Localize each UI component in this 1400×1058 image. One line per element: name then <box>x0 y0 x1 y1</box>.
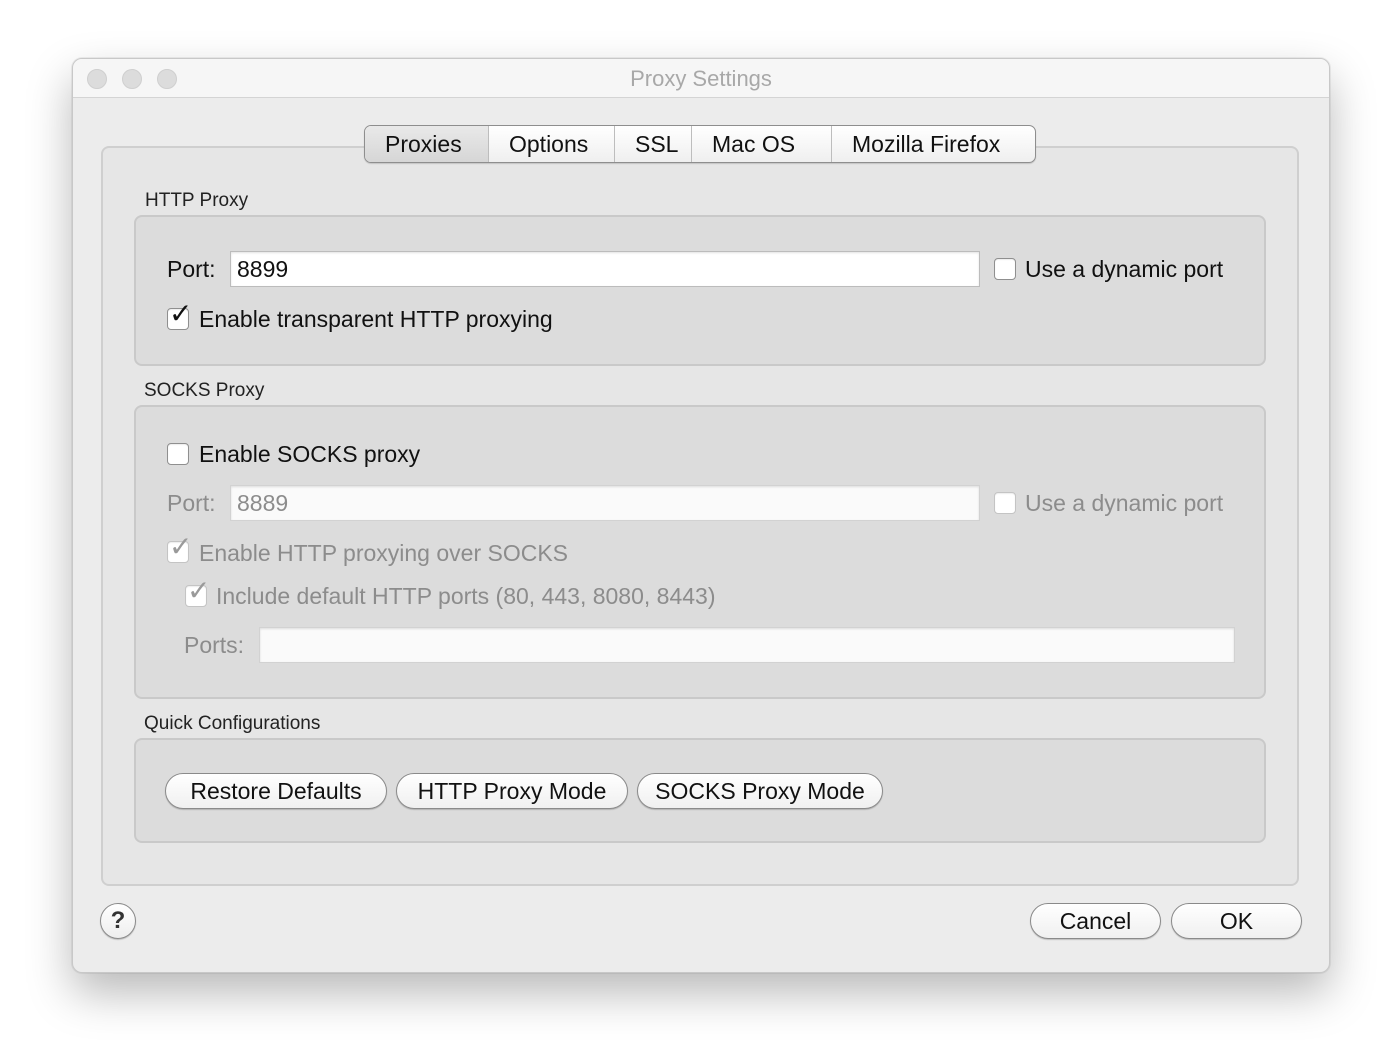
checkmark-icon: ✓ <box>187 574 211 607</box>
default-ports-label: Include default HTTP ports (80, 443, 808… <box>216 583 716 609</box>
restore-defaults-button[interactable]: Restore Defaults <box>165 773 387 809</box>
tab-ssl[interactable]: SSL <box>614 126 691 162</box>
ports-label: Ports: <box>184 632 245 658</box>
http-over-socks-checkbox[interactable]: ✓ <box>167 533 192 563</box>
socks-port-input[interactable]: 8889 <box>230 485 980 521</box>
http-port-label: Port: <box>167 256 216 282</box>
socks-proxy-section-label: SOCKS Proxy <box>144 380 265 401</box>
title-bar: Proxy Settings <box>73 59 1329 98</box>
http-proxy-mode-button[interactable]: HTTP Proxy Mode <box>396 773 628 809</box>
socks-proxy-mode-button[interactable]: SOCKS Proxy Mode <box>637 773 883 809</box>
help-button[interactable]: ? <box>100 903 136 939</box>
tab-proxies[interactable]: Proxies <box>365 126 488 162</box>
quick-config-section-label: Quick Configurations <box>144 713 321 734</box>
checkmark-icon: ✓ <box>169 530 193 563</box>
socks-dynamic-port-label: Use a dynamic port <box>1025 490 1224 516</box>
socks-dynamic-port-checkbox[interactable] <box>994 492 1016 514</box>
ports-input[interactable] <box>259 627 1235 663</box>
http-dynamic-port-label: Use a dynamic port <box>1025 256 1224 282</box>
ok-button[interactable]: OK <box>1171 903 1302 939</box>
cancel-button[interactable]: Cancel <box>1030 903 1161 939</box>
enable-socks-label: Enable SOCKS proxy <box>199 441 421 467</box>
transparent-proxy-checkbox[interactable]: ✓ <box>167 300 192 330</box>
http-over-socks-label: Enable HTTP proxying over SOCKS <box>199 540 569 566</box>
proxy-settings-window: Proxy Settings Proxies Options SSL Mac O… <box>72 58 1330 973</box>
http-proxy-section-label: HTTP Proxy <box>145 190 249 211</box>
http-proxy-group <box>134 215 1266 366</box>
default-ports-checkbox[interactable]: ✓ <box>185 577 210 607</box>
tab-bar: Proxies Options SSL Mac OS X Mozilla Fir… <box>364 125 1036 163</box>
enable-socks-checkbox[interactable] <box>167 443 189 465</box>
http-port-input[interactable]: 8899 <box>230 251 980 287</box>
transparent-proxy-label: Enable transparent HTTP proxying <box>199 306 553 332</box>
checkmark-icon: ✓ <box>169 297 193 330</box>
socks-port-label: Port: <box>167 490 216 516</box>
tab-options[interactable]: Options <box>488 126 614 162</box>
window-title: Proxy Settings <box>630 66 772 91</box>
http-dynamic-port-checkbox[interactable] <box>994 258 1016 280</box>
tab-mozilla-firefox[interactable]: Mozilla Firefox <box>831 126 1035 162</box>
tab-mac-os-x[interactable]: Mac OS X <box>691 126 831 162</box>
